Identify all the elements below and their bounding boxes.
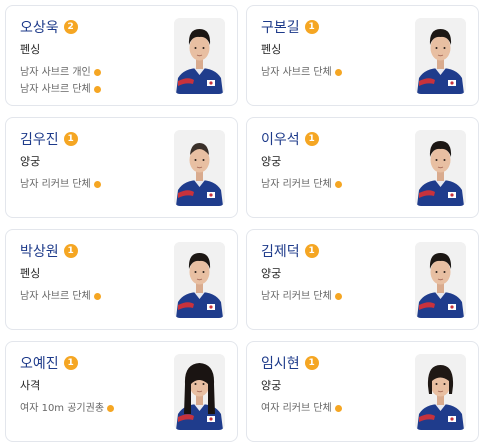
athlete-name[interactable]: 김제덕 <box>261 241 300 261</box>
athlete-name[interactable]: 오상욱 <box>20 17 59 37</box>
name-row: 이우석 1 <box>261 129 319 149</box>
event-item: 남자 리커브 단체 <box>20 176 101 193</box>
gold-medal-dot-icon <box>334 405 342 412</box>
event-label: 남자 사브르 개인 <box>20 67 91 78</box>
athlete-photo[interactable] <box>174 18 225 94</box>
gold-medal-dot-icon <box>93 293 101 300</box>
athlete-portrait-illustration <box>174 242 225 318</box>
medalist-card[interactable]: 오예진 1 사격 여자 10m 공기권총 <box>5 341 238 442</box>
gold-medal-dot-icon <box>334 293 342 300</box>
gold-medal-dot-icon <box>93 181 101 188</box>
event-item: 남자 사브르 단체 <box>261 64 342 81</box>
name-row: 구본길 1 <box>261 17 319 37</box>
athlete-portrait-illustration <box>174 130 225 206</box>
gold-medal-dot-icon <box>107 405 115 412</box>
medal-count-badge: 1 <box>63 244 78 258</box>
event-list: 여자 10m 공기권총 <box>20 400 115 417</box>
medalist-card[interactable]: 김제덕 1 양궁 남자 리커브 단체 <box>246 229 479 330</box>
event-item: 남자 사브르 개인 <box>20 64 101 81</box>
medalist-card[interactable]: 이우석 1 양궁 남자 리커브 단체 <box>246 117 479 218</box>
event-list: 남자 리커브 단체 <box>261 176 342 193</box>
event-list: 남자 리커브 단체 <box>261 288 342 305</box>
sport-label: 양궁 <box>20 155 41 168</box>
athlete-photo[interactable] <box>415 18 466 94</box>
athlete-portrait-illustration <box>415 18 466 94</box>
sport-label: 펜싱 <box>20 43 41 56</box>
event-label: 남자 사브르 단체 <box>20 84 91 95</box>
medalist-card[interactable]: 임시현 1 양궁 여자 리커브 단체 <box>246 341 479 442</box>
gold-medal-dot-icon <box>93 69 101 76</box>
athlete-portrait-illustration <box>415 242 466 318</box>
event-item: 남자 리커브 단체 <box>261 176 342 193</box>
event-label: 남자 리커브 단체 <box>261 179 332 190</box>
gold-medal-dot-icon <box>334 69 342 76</box>
athlete-name[interactable]: 임시현 <box>261 353 300 373</box>
athlete-portrait-illustration <box>415 354 466 430</box>
sport-label: 사격 <box>20 379 41 392</box>
athlete-name[interactable]: 이우석 <box>261 129 300 149</box>
name-row: 오예진 1 <box>20 353 78 373</box>
athlete-photo[interactable] <box>415 130 466 206</box>
event-item: 남자 리커브 단체 <box>261 288 342 305</box>
medal-count-badge: 1 <box>304 132 319 146</box>
event-item: 남자 사브르 단체 <box>20 288 101 305</box>
gold-medal-dot-icon <box>93 86 101 93</box>
event-list: 남자 리커브 단체 <box>20 176 101 193</box>
athlete-photo[interactable] <box>174 242 225 318</box>
medalist-card[interactable]: 구본길 1 펜싱 남자 사브르 단체 <box>246 5 479 106</box>
medalist-grid: 오상욱 2 펜싱 남자 사브르 개인 남자 사브르 단체 구본길 1 펜싱 남자… <box>5 5 479 442</box>
name-row: 김우진 1 <box>20 129 78 149</box>
name-row: 오상욱 2 <box>20 17 78 37</box>
athlete-photo[interactable] <box>174 354 225 430</box>
athlete-photo[interactable] <box>174 130 225 206</box>
sport-label: 펜싱 <box>261 43 282 56</box>
event-item: 여자 10m 공기권총 <box>20 400 115 417</box>
athlete-photo[interactable] <box>415 354 466 430</box>
event-label: 남자 사브르 단체 <box>20 291 91 302</box>
athlete-name[interactable]: 박상원 <box>20 241 59 261</box>
name-row: 김제덕 1 <box>261 241 319 261</box>
sport-label: 양궁 <box>261 155 282 168</box>
sport-label: 양궁 <box>261 379 282 392</box>
athlete-name[interactable]: 김우진 <box>20 129 59 149</box>
event-list: 여자 리커브 단체 <box>261 400 342 417</box>
event-label: 남자 리커브 단체 <box>261 291 332 302</box>
medal-count-badge: 1 <box>304 20 319 34</box>
event-list: 남자 사브르 개인 남자 사브르 단체 <box>20 64 101 98</box>
athlete-name[interactable]: 오예진 <box>20 353 59 373</box>
athlete-portrait-illustration <box>174 354 225 430</box>
gold-medal-dot-icon <box>334 181 342 188</box>
event-item: 여자 리커브 단체 <box>261 400 342 417</box>
medalist-card[interactable]: 오상욱 2 펜싱 남자 사브르 개인 남자 사브르 단체 <box>5 5 238 106</box>
athlete-name[interactable]: 구본길 <box>261 17 300 37</box>
medal-count-badge: 1 <box>63 356 78 370</box>
medalist-card[interactable]: 박상원 1 펜싱 남자 사브르 단체 <box>5 229 238 330</box>
event-label: 남자 리커브 단체 <box>20 179 91 190</box>
name-row: 박상원 1 <box>20 241 78 261</box>
name-row: 임시현 1 <box>261 353 319 373</box>
event-list: 남자 사브르 단체 <box>20 288 101 305</box>
medalist-card[interactable]: 김우진 1 양궁 남자 리커브 단체 <box>5 117 238 218</box>
medal-count-badge: 2 <box>63 20 78 34</box>
event-label: 여자 리커브 단체 <box>261 403 332 414</box>
event-label: 여자 10m 공기권총 <box>20 403 105 414</box>
event-item: 남자 사브르 단체 <box>20 81 101 98</box>
event-label: 남자 사브르 단체 <box>261 67 332 78</box>
event-list: 남자 사브르 단체 <box>261 64 342 81</box>
medal-count-badge: 1 <box>304 244 319 258</box>
medal-count-badge: 1 <box>304 356 319 370</box>
athlete-portrait-illustration <box>415 130 466 206</box>
athlete-photo[interactable] <box>415 242 466 318</box>
athlete-portrait-illustration <box>174 18 225 94</box>
sport-label: 양궁 <box>261 267 282 280</box>
medal-count-badge: 1 <box>63 132 78 146</box>
sport-label: 펜싱 <box>20 267 41 280</box>
